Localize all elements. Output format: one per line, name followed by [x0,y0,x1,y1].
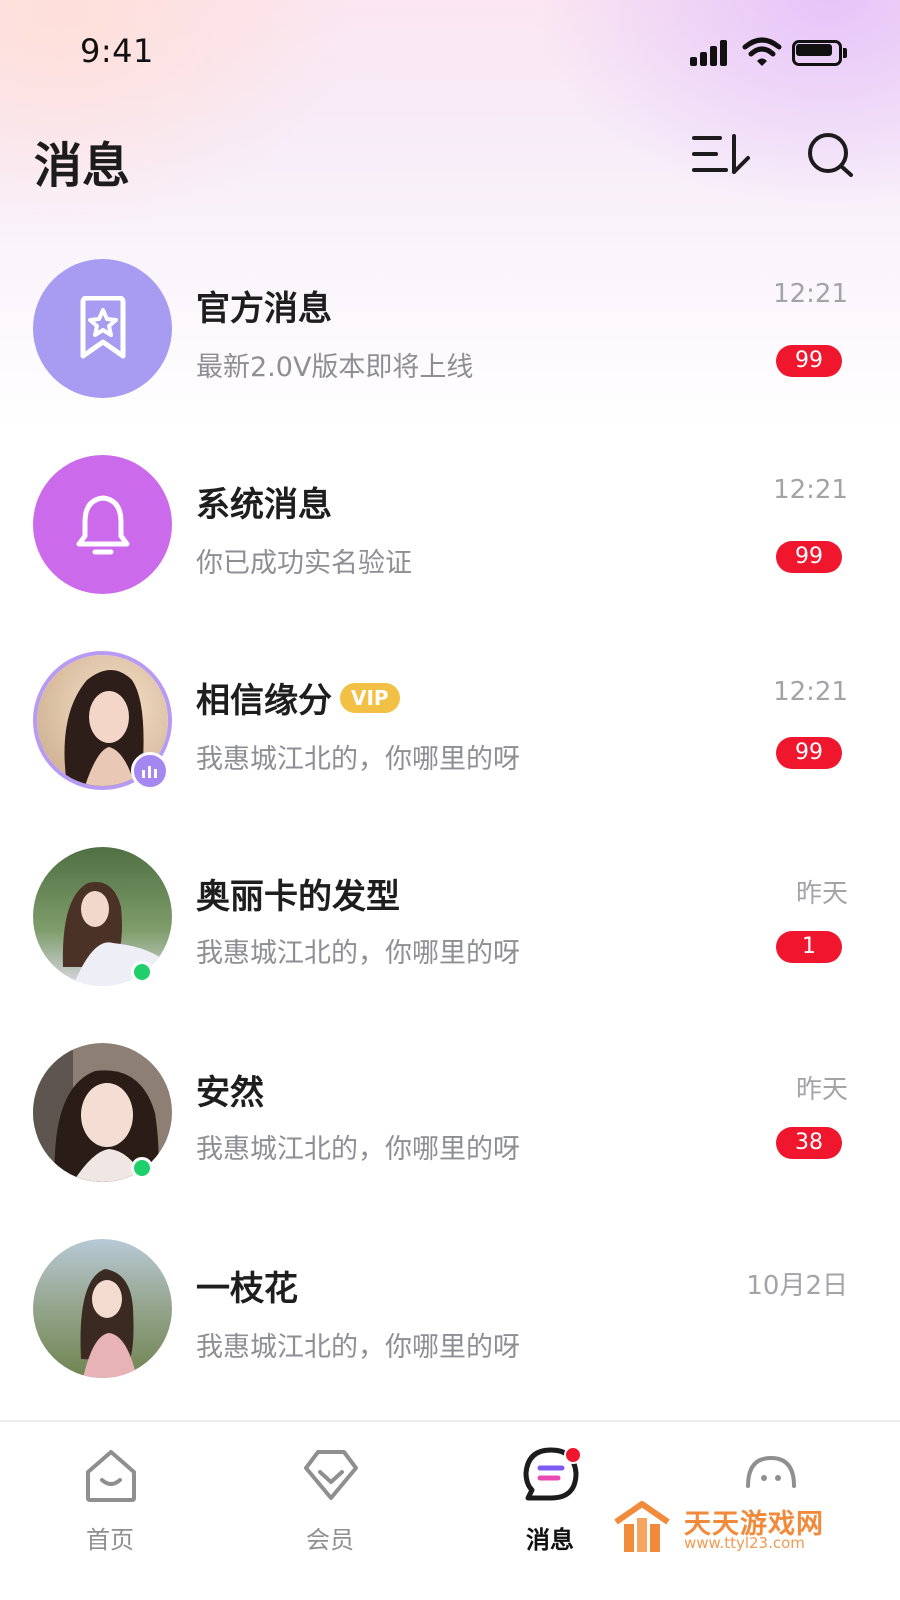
message-preview: 我惠城江北的，你哪里的呀 [196,744,520,775]
conversation-name: 相信缘分 [196,681,332,721]
message-time: 10月2日 [746,1271,848,1301]
message-preview: 我惠城江北的，你哪里的呀 [196,1134,520,1165]
page-header: 消息 [0,110,900,200]
message-time: 昨天 [795,1075,848,1105]
tab-label: 消息 [526,1526,574,1554]
conversation-name: 官方消息 [196,289,332,329]
system-avatar [33,455,172,594]
status-time: 9:41 [80,32,154,70]
sort-icon[interactable] [690,130,756,180]
watermark-logo-icon [614,1501,670,1552]
search-icon[interactable] [804,130,856,180]
unread-badge: 1 [776,931,842,963]
official-avatar [33,259,172,398]
tab-label: 首页 [86,1526,134,1554]
conversation-item-official[interactable]: 官方消息 最新2.0V版本即将上线 12:21 99 [0,255,900,405]
tab-messages[interactable]: 消息 [470,1422,630,1554]
online-status-dot [131,961,153,983]
unread-badge: 99 [776,737,842,769]
conversation-name: 安然 [196,1073,264,1113]
diamond-icon [304,1450,358,1500]
message-preview: 你已成功实名验证 [196,548,412,579]
vip-badge: VIP [340,682,400,713]
unread-badge: 99 [776,345,842,377]
message-preview: 最新2.0V版本即将上线 [196,352,474,383]
conversation-name: 系统消息 [196,485,332,525]
conversation-item-system[interactable]: 系统消息 你已成功实名验证 12:21 99 [0,451,900,601]
message-time: 12:21 [773,677,848,707]
conversation-name: 奥丽卡的发型 [196,877,400,917]
conversation-item[interactable]: 奥丽卡的发型 我惠城江北的，你哪里的呀 昨天 1 [0,843,900,993]
tab-home[interactable]: 首页 [30,1422,190,1554]
conversation-item[interactable]: 相信缘分 VIP 我惠城江北的，你哪里的呀 12:21 99 [0,647,900,797]
unread-badge: 38 [776,1127,842,1159]
message-preview: 我惠城江北的，你哪里的呀 [196,1332,520,1363]
tab-label: 会员 [306,1526,354,1554]
unread-badge: 99 [776,541,842,573]
bell-icon [76,495,129,554]
message-time: 昨天 [795,879,848,909]
tab-member[interactable]: 会员 [250,1422,410,1554]
bookmark-star-icon [80,295,125,358]
watermark-url: www.ttyl23.com [684,1534,805,1552]
message-preview: 我惠城江北的，你哪里的呀 [196,938,520,969]
message-time: 12:21 [773,279,848,309]
conversation-name: 一枝花 [196,1269,298,1309]
new-message-dot [564,1446,582,1464]
online-status-dot [131,1157,153,1179]
conversation-item[interactable]: 一枝花 我惠城江北的，你哪里的呀 10月2日 [0,1235,900,1385]
battery-icon [792,40,848,66]
home-icon [86,1450,136,1502]
voice-live-icon [131,752,169,790]
conversation-item[interactable]: 安然 我惠城江北的，你哪里的呀 昨天 38 [0,1039,900,1189]
page-title: 消息 [34,138,131,194]
message-time: 12:21 [773,475,848,505]
watermark: 天天游戏网 www.ttyl23.com [612,1498,842,1558]
wifi-icon [742,37,782,66]
signal-icon [690,38,734,66]
user-avatar [33,1239,172,1378]
profile-icon [746,1455,796,1488]
status-bar: 9:41 [0,0,900,100]
